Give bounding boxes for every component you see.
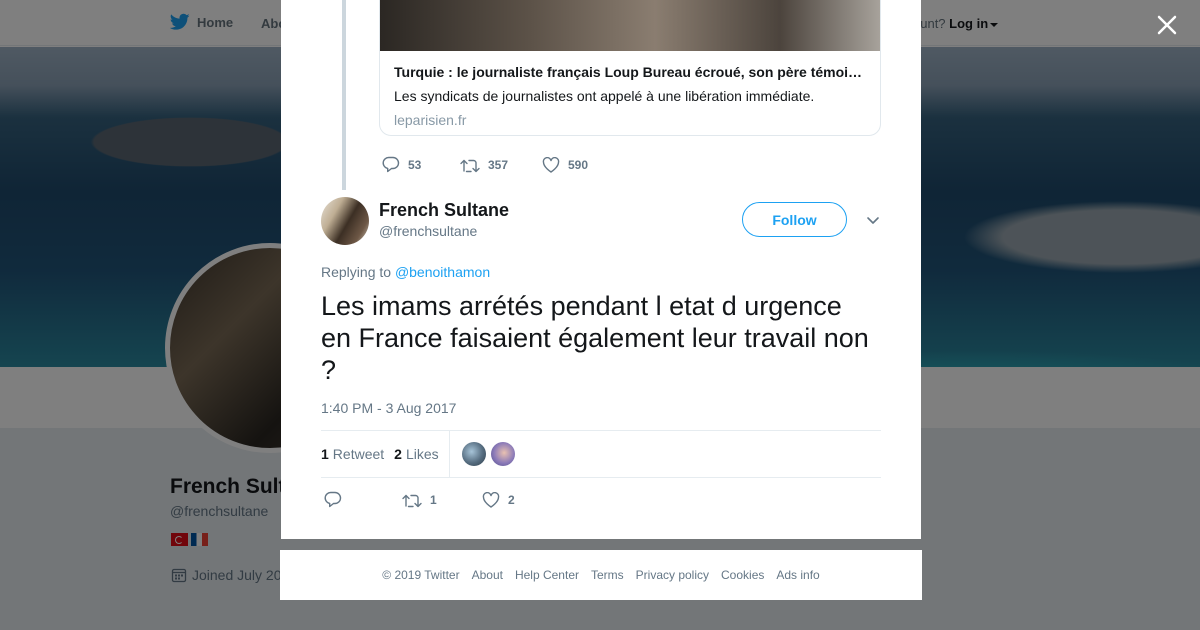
retweet-action[interactable]: 357 (460, 157, 542, 173)
modal-footer: © 2019 Twitter About Help Center Terms P… (280, 550, 922, 600)
retweet-stat-label: Retweet (332, 446, 385, 462)
footer-link-privacy[interactable]: Privacy policy (636, 568, 709, 582)
reply-action[interactable] (324, 491, 402, 508)
previous-tweet-actions: 53 357 590 (382, 156, 588, 173)
replying-to: Replying to @benoithamon (321, 264, 490, 280)
card-title: Turquie : le journaliste français Loup B… (394, 64, 863, 80)
like-action[interactable]: 590 (542, 156, 589, 173)
tweet-modal: Turquie : le journaliste français Loup B… (281, 0, 921, 539)
heart-icon (542, 156, 560, 173)
thread-line (342, 0, 346, 190)
retweet-stat-count: 1 (321, 446, 329, 462)
follow-button[interactable]: Follow (742, 202, 847, 237)
footer-copyright: © 2019 Twitter (382, 568, 460, 582)
like-stat[interactable]: 2 Likes (394, 446, 438, 462)
retweet-count: 357 (488, 157, 509, 172)
footer-link-help-center[interactable]: Help Center (515, 568, 579, 582)
link-card[interactable]: Turquie : le journaliste français Loup B… (379, 0, 881, 136)
stats-divider (448, 430, 450, 478)
reply-icon (324, 491, 342, 508)
chevron-down-icon (867, 217, 879, 224)
heart-icon (482, 491, 500, 508)
author-name[interactable]: French Sultane (379, 200, 509, 221)
card-description: Les syndicats de journalistes ont appelé… (394, 88, 815, 104)
like-stat-count: 2 (394, 446, 402, 462)
footer-link-about[interactable]: About (472, 568, 503, 582)
tweet-timestamp[interactable]: 1:40 PM - 3 Aug 2017 (321, 400, 456, 416)
tweet-actions: 1 2 (324, 491, 515, 508)
close-icon (1157, 15, 1177, 35)
footer-link-ads-info[interactable]: Ads info (776, 568, 819, 582)
replying-to-link[interactable]: @benoithamon (395, 264, 490, 280)
reply-action[interactable]: 53 (382, 156, 460, 173)
replying-prefix: Replying to (321, 264, 392, 280)
retweet-count: 1 (430, 492, 437, 507)
author-avatar[interactable] (321, 197, 369, 245)
retweet-icon (460, 159, 480, 172)
close-button[interactable] (1154, 12, 1180, 38)
more-options-button[interactable] (865, 212, 881, 228)
like-stat-label: Likes (405, 446, 439, 462)
card-domain: leparisien.fr (394, 112, 467, 128)
footer-link-terms[interactable]: Terms (591, 568, 624, 582)
retweet-stat[interactable]: 1 Retweet (321, 446, 384, 462)
retweet-icon (402, 494, 422, 507)
tweet-text: Les imams arrétés pendant l etat d urgen… (321, 291, 869, 385)
author-handle[interactable]: @frenchsultane (379, 223, 477, 239)
liker-avatar[interactable] (461, 442, 486, 466)
like-count: 590 (568, 157, 589, 172)
liker-avatars (461, 442, 515, 466)
reply-icon (382, 156, 400, 173)
like-count: 2 (508, 492, 515, 507)
footer-link-cookies[interactable]: Cookies (721, 568, 764, 582)
reply-count: 53 (408, 157, 422, 172)
liker-avatar[interactable] (490, 442, 515, 466)
tweet-stats: 1 Retweet 2 Likes (321, 430, 881, 478)
like-action[interactable]: 2 (482, 491, 515, 508)
card-image (380, 0, 880, 51)
retweet-action[interactable]: 1 (402, 492, 482, 508)
